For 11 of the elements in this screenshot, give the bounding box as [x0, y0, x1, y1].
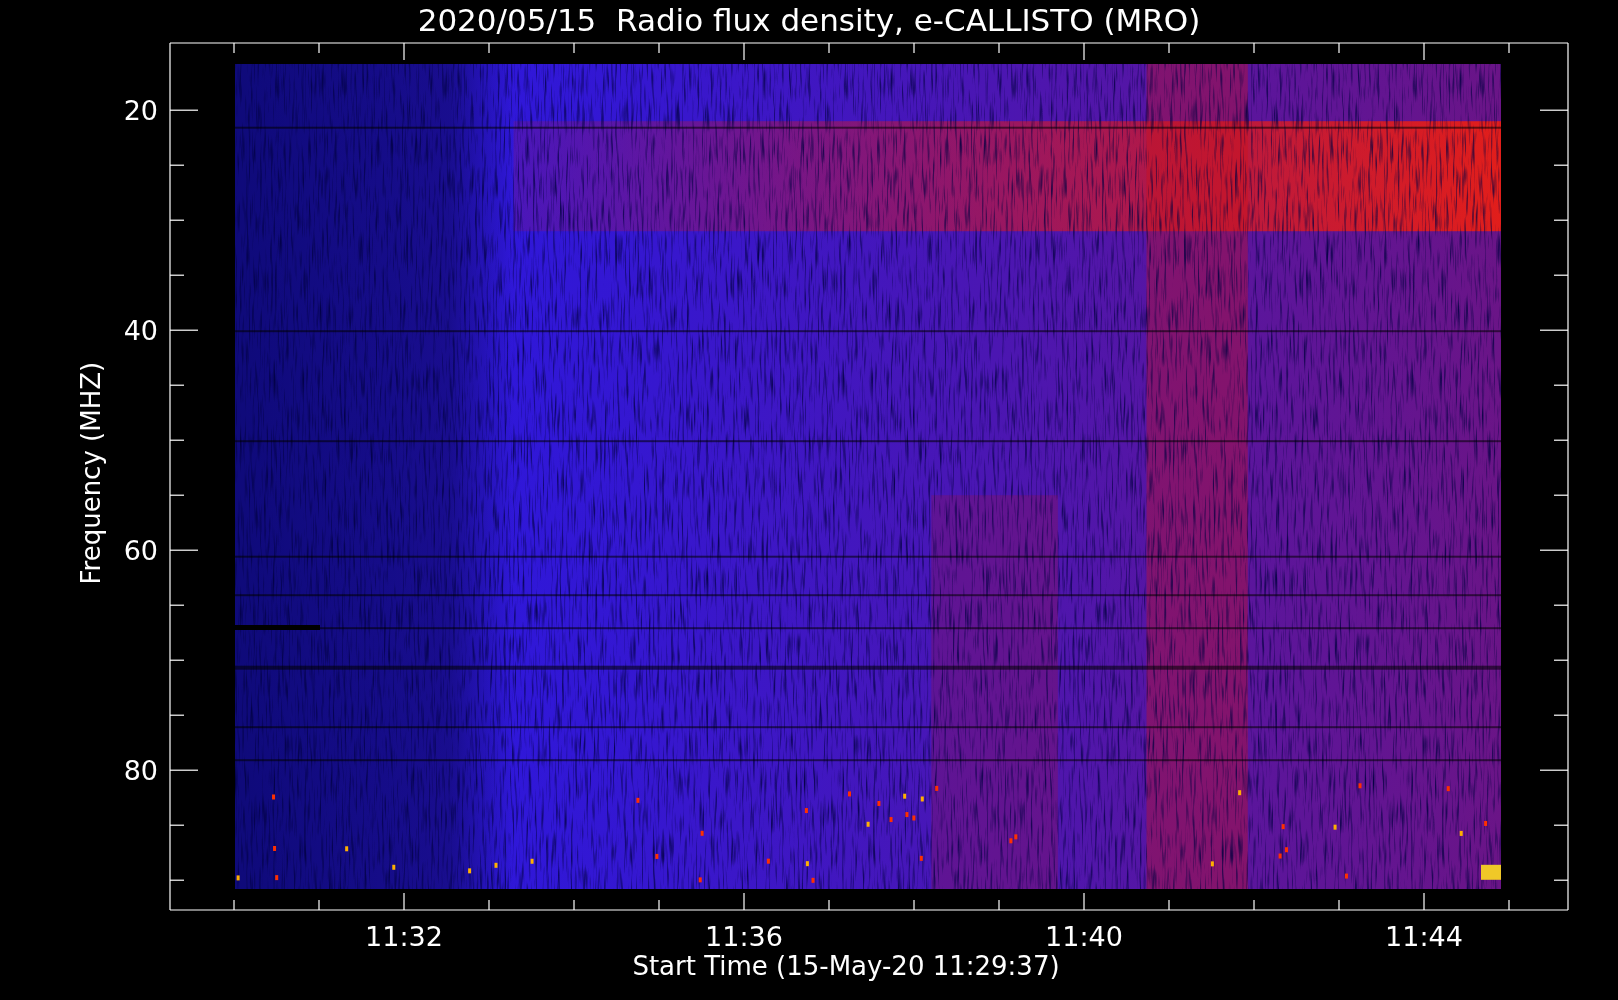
tick-label: 60 [123, 535, 158, 567]
tick-label: 80 [123, 755, 158, 787]
tick-label: 11:32 [365, 921, 443, 952]
tick-label: 20 [123, 95, 158, 127]
tick-label: 11:40 [1045, 921, 1123, 952]
axis-label: Start Time (15-May-20 11:29:37) [632, 951, 1060, 981]
tick-label: 40 [123, 315, 158, 347]
axis-label: Frequency (MHZ) [76, 361, 106, 585]
chart-title: 2020/05/15 Radio flux density, e-CALLISTO (MRO) [417, 2, 1201, 38]
tick-label: 11:36 [705, 921, 783, 952]
tick-label: 11:44 [1385, 921, 1463, 952]
